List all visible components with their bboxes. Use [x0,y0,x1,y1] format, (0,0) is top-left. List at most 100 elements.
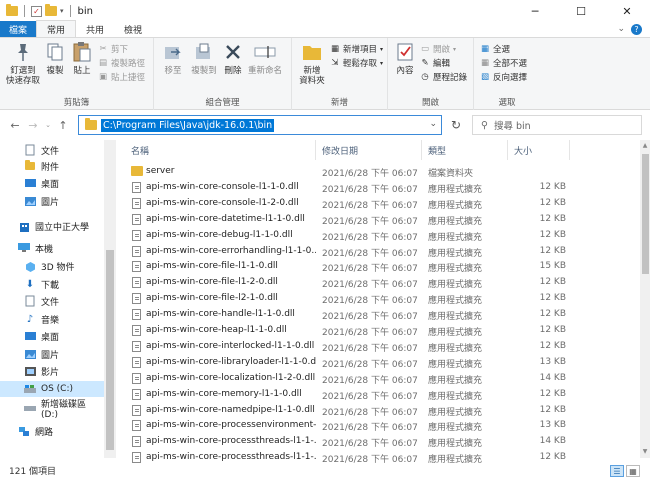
nav-item-pictures-pc[interactable]: 圖片 [0,346,104,362]
nav-scrollbar-thumb[interactable] [106,250,114,450]
select-none-button[interactable]: ▦ 全部不選 [480,57,527,69]
invert-selection-button[interactable]: ▧ 反向選擇 [480,71,527,83]
nav-item-drive-d[interactable]: 新增磁碟區 (D:) [0,400,104,420]
file-size: 12 KB [539,325,566,335]
expand-ribbon-icon[interactable]: ⌄ [617,24,625,34]
chevron-down-icon: ⌄ [45,121,51,129]
easy-access-button[interactable]: ⇲ 輕鬆存取 ▾ [330,57,383,69]
nav-item-os-c[interactable]: OS (C:) [0,381,104,397]
maximize-button[interactable]: ☐ [558,0,604,22]
file-date: 2021/6/28 下午 06:07 [322,169,418,179]
forward-button[interactable]: → [24,115,42,135]
search-box[interactable]: ⚲ 搜尋 bin [472,115,642,135]
file-row[interactable]: api-ms-win-core-libraryloader-l1-1-0.dll… [120,354,630,370]
open-button[interactable]: ▭ 開啟 ▾ [420,43,467,55]
file-row[interactable]: api-ms-win-core-console-l1-1-0.dll 2021/6… [120,179,630,195]
column-header-size[interactable]: 大小 [508,140,570,160]
nav-item-videos[interactable]: 影片 [0,363,104,379]
file-size: 12 KB [539,388,566,399]
file-row[interactable]: api-ms-win-core-handle-l1-1-0.dll 2021/6/… [120,306,630,322]
drive-icon [24,403,36,414]
nav-item-documents[interactable]: 文件 [0,142,104,158]
up-button[interactable]: ↑ [54,115,72,135]
scroll-down-icon[interactable]: ▼ [641,448,649,456]
file-row[interactable]: api-ms-win-core-file-l2-1-0.dll 2021/6/28… [120,290,630,306]
nav-item-pictures[interactable]: 圖片 [0,193,104,209]
nav-scrollbar[interactable] [104,140,116,458]
paste-shortcut-button[interactable]: ▣ 貼上捷徑 [98,71,145,83]
minimize-button[interactable]: ─ [512,0,558,22]
history-button[interactable]: ◷ 歷程記錄 [420,71,467,83]
help-icon[interactable]: ? [631,23,642,35]
chevron-down-icon[interactable]: ⌄ [429,119,437,129]
file-row[interactable]: api-ms-win-core-interlocked-l1-1-0.dll 20… [120,338,630,354]
file-row[interactable]: api-ms-win-core-processthreads-l1-1-... 2… [120,433,630,449]
refresh-button[interactable]: ↻ [446,115,466,135]
file-row[interactable]: api-ms-win-core-localization-l1-2-0.dll 2… [120,370,630,386]
select-all-button[interactable]: ▦ 全選 [480,43,527,55]
tab-file[interactable]: 檔案 [0,21,37,37]
file-type: 應用程式擴充 [428,359,483,370]
nav-item-music[interactable]: ♪ 音樂 [0,311,104,327]
rename-icon [254,41,276,63]
file-name: api-ms-win-core-processthreads-l1-1-... [146,436,316,447]
nav-item-attachments[interactable]: 附件 [0,158,104,174]
customize-qat-icon[interactable]: ▾ [60,7,64,15]
file-row[interactable]: api-ms-win-core-file-l1-1-0.dll 2021/6/28… [120,258,630,274]
properties-quick-icon[interactable]: ✓ [31,5,42,17]
file-row[interactable]: api-ms-win-core-memory-l1-1-0.dll 2021/6/… [120,386,630,402]
nav-item-documents-pc[interactable]: 文件 [0,293,104,309]
file-row[interactable]: api-ms-win-core-file-l1-2-0.dll 2021/6/28… [120,274,630,290]
nav-item-downloads[interactable]: ⬇ 下載 [0,276,104,292]
file-row[interactable]: api-ms-win-core-debug-l1-1-0.dll 2021/6/2… [120,227,630,243]
file-size: 14 KB [539,372,566,383]
nav-item-desktop[interactable]: 桌面 [0,175,104,191]
copy-to-icon [193,41,215,63]
copy-path-button[interactable]: ▤ 複製路徑 [98,57,145,69]
column-header-name[interactable]: 名稱 [120,140,316,160]
cut-button[interactable]: ✂ 剪下 [98,43,145,55]
file-row[interactable]: api-ms-win-core-console-l1-2-0.dll 2021/6… [120,195,630,211]
close-button[interactable]: ✕ [604,0,650,22]
nav-item-this-pc[interactable]: 本機 [0,240,104,256]
recent-locations-button[interactable]: ⌄ [42,115,54,135]
file-type: 應用程式擴充 [428,232,483,243]
file-date: 2021/6/28 下午 06:07 [322,248,418,259]
file-size: 12 KB [539,293,566,304]
file-row[interactable]: api-ms-win-core-processenvironment-l... 2… [120,417,630,433]
organize-group-label: 組合管理 [205,98,240,108]
address-bar[interactable]: C:\Program Files\Java\jdk-16.0.1\bin ⌄ [78,115,442,135]
scroll-up-icon[interactable]: ▲ [641,142,649,150]
nav-item-3d-objects[interactable]: 3D 物件 [0,258,104,274]
nav-item-desktop-pc[interactable]: 桌面 [0,328,104,344]
videos-icon [24,366,36,377]
file-list-scrollbar-thumb[interactable] [642,154,649,274]
file-type: 檔案資料夾 [428,169,474,179]
file-list-scrollbar[interactable]: ▲ ▼ [640,140,650,458]
file-date: 2021/6/28 下午 06:07 [322,391,418,402]
large-icons-view-button[interactable]: ▦ [626,465,640,477]
column-header-date[interactable]: 修改日期 [316,140,422,160]
file-row[interactable]: api-ms-win-core-namedpipe-l1-1-0.dll 2021… [120,402,630,418]
properties-icon [394,41,416,63]
history-icon: ◷ [421,72,429,82]
new-item-button[interactable]: ▦ 新增項目 ▾ [330,43,383,55]
tab-share[interactable]: 共用 [76,21,114,37]
file-row[interactable]: api-ms-win-core-errorhandling-l1-1-0... 2… [120,243,630,259]
back-button[interactable]: ← [6,115,24,135]
file-size: 12 KB [539,181,566,192]
file-row[interactable]: api-ms-win-core-datetime-l1-1-0.dll 2021/… [120,211,630,227]
file-date: 2021/6/28 下午 06:07 [322,328,418,338]
file-row[interactable]: api-ms-win-core-heap-l1-1-0.dll 2021/6/28… [120,322,630,338]
folder-row[interactable]: server 2021/6/28 下午 06:07 檔案資料夾 [120,163,630,179]
new-folder-quick-icon[interactable] [45,4,57,16]
nav-item-network[interactable]: 網路 [0,423,104,439]
tab-view[interactable]: 檢視 [114,21,152,37]
column-header-type[interactable]: 類型 [422,140,508,160]
details-view-button[interactable]: ☰ [610,465,624,477]
edit-button[interactable]: ✎ 編輯 [420,57,467,69]
address-path[interactable]: C:\Program Files\Java\jdk-16.0.1\bin [101,118,275,132]
file-name: api-ms-win-core-handle-l1-1-0.dll [146,309,295,320]
nav-item-university[interactable]: 國立中正大學 [0,218,104,234]
tab-home[interactable]: 常用 [36,20,77,37]
